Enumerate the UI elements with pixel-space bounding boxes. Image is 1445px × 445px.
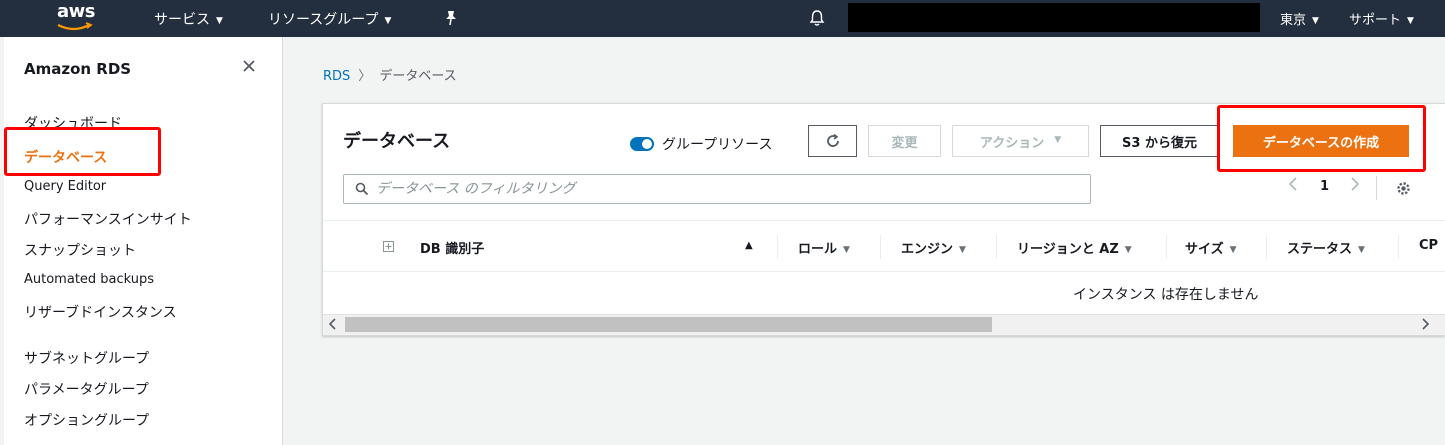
column-separator bbox=[880, 235, 881, 259]
region-menu[interactable]: 東京 ▼ bbox=[1280, 9, 1319, 28]
bell-icon[interactable] bbox=[809, 9, 825, 27]
chevron-right-icon: 〉 bbox=[358, 69, 372, 84]
database-filter[interactable] bbox=[343, 174, 1091, 204]
refresh-button[interactable] bbox=[808, 125, 857, 157]
scroll-right-arrow-icon[interactable] bbox=[1421, 318, 1430, 333]
group-resources-toggle[interactable]: グループリソース bbox=[630, 133, 772, 154]
chevron-right-icon bbox=[1351, 177, 1360, 191]
chevron-down-icon: ▼ bbox=[1312, 16, 1319, 26]
column-header-status-label: ステータス bbox=[1287, 242, 1353, 257]
chevron-down-icon: ▼ bbox=[1054, 135, 1062, 145]
aws-smile-icon bbox=[57, 22, 93, 31]
expand-all-icon[interactable] bbox=[383, 241, 394, 252]
column-header-engine-label: エンジン bbox=[901, 242, 954, 257]
sidebar-item-performance-insights[interactable]: パフォーマンスインサイト bbox=[24, 209, 192, 229]
redacted-account-area bbox=[848, 3, 1260, 32]
column-separator bbox=[1166, 235, 1167, 259]
horizontal-scrollbar[interactable] bbox=[323, 314, 1445, 335]
region-menu-label: 東京 bbox=[1280, 13, 1307, 28]
column-header-cpu[interactable]: CP bbox=[1419, 238, 1438, 253]
prev-page-button[interactable] bbox=[1288, 176, 1298, 196]
sort-down-icon: ▼ bbox=[959, 245, 966, 255]
sidebar-item-query-editor[interactable]: Query Editor bbox=[24, 179, 106, 194]
page-number[interactable]: 1 bbox=[1320, 179, 1329, 194]
modify-button[interactable]: 変更 bbox=[868, 125, 941, 157]
services-menu[interactable]: サービス ▼ bbox=[154, 9, 223, 29]
sidebar-item-subnet-groups[interactable]: サブネットグループ bbox=[24, 348, 149, 368]
sort-down-icon: ▼ bbox=[843, 245, 850, 255]
column-header-status[interactable]: ステータス ▼ bbox=[1287, 238, 1365, 257]
table-header: DB 識別子 ▲ ロール ▼ エンジン ▼ リージョンと AZ ▼ サイズ ▼ ステータ… bbox=[323, 220, 1445, 272]
column-header-engine[interactable]: エンジン ▼ bbox=[901, 238, 966, 257]
restore-from-s3-button[interactable]: S3 から復元 bbox=[1100, 125, 1219, 157]
sort-down-icon: ▼ bbox=[1358, 245, 1365, 255]
pin-icon[interactable] bbox=[444, 10, 458, 26]
column-header-size-label: サイズ bbox=[1185, 242, 1224, 257]
sidebar-title: Amazon RDS bbox=[24, 60, 132, 78]
refresh-icon bbox=[826, 133, 839, 147]
column-separator bbox=[777, 235, 778, 259]
pager-divider bbox=[1376, 176, 1377, 200]
column-separator bbox=[1398, 235, 1399, 259]
breadcrumb: RDS 〉データベース bbox=[323, 65, 457, 84]
chevron-left-icon bbox=[1288, 177, 1297, 191]
column-header-size[interactable]: サイズ ▼ bbox=[1185, 238, 1237, 257]
column-header-role[interactable]: ロール ▼ bbox=[798, 238, 850, 257]
scroll-left-arrow-icon[interactable] bbox=[328, 318, 337, 333]
breadcrumb-link-rds[interactable]: RDS bbox=[323, 69, 350, 84]
close-icon[interactable] bbox=[242, 59, 256, 73]
top-navigation-bar: aws サービス ▼ リソースグループ ▼ 東京 ▼ サポート ▼ bbox=[0, 0, 1445, 37]
resource-groups-menu-label: リソースグループ bbox=[268, 12, 379, 28]
breadcrumb-current: データベース bbox=[379, 69, 457, 84]
database-filter-input[interactable] bbox=[376, 178, 1076, 200]
column-header-db-identifier[interactable]: DB 識別子 bbox=[420, 238, 484, 257]
highlight-box-create-database bbox=[1217, 105, 1426, 172]
toggle-switch-icon bbox=[630, 136, 654, 151]
aws-logo[interactable]: aws bbox=[54, 1, 100, 34]
sidebar: Amazon RDS ダッシュボード データベース Query Editor パ… bbox=[4, 37, 283, 445]
scrollbar-thumb[interactable] bbox=[345, 317, 992, 332]
aws-logo-text: aws bbox=[57, 1, 96, 22]
column-header-role-label: ロール bbox=[798, 242, 838, 257]
column-header-region-az-label: リージョンと AZ bbox=[1017, 242, 1119, 257]
group-resources-label: グループリソース bbox=[662, 136, 773, 153]
sidebar-item-automated-backups[interactable]: Automated backups bbox=[24, 272, 154, 287]
column-separator bbox=[996, 235, 997, 259]
search-icon bbox=[355, 182, 369, 196]
resource-groups-menu[interactable]: リソースグループ ▼ bbox=[268, 9, 391, 29]
panel-title: データベース bbox=[343, 131, 451, 152]
actions-button-label: アクション bbox=[979, 135, 1045, 151]
empty-table-message: インスタンス は存在しません bbox=[1073, 287, 1259, 303]
support-menu-label: サポート bbox=[1349, 13, 1402, 28]
chevron-down-icon: ▼ bbox=[1407, 16, 1414, 26]
highlight-box-databases-nav bbox=[4, 127, 161, 176]
services-menu-label: サービス bbox=[154, 12, 210, 28]
actions-button[interactable]: アクション ▼ bbox=[952, 125, 1089, 157]
chevron-down-icon: ▼ bbox=[384, 16, 392, 26]
sidebar-item-reserved-instances[interactable]: リザーブドインスタンス bbox=[24, 302, 177, 322]
sort-ascending-icon[interactable]: ▲ bbox=[745, 240, 753, 251]
sidebar-item-snapshots[interactable]: スナップショット bbox=[24, 240, 136, 260]
sidebar-item-parameter-groups[interactable]: パラメータグループ bbox=[24, 379, 149, 399]
next-page-button[interactable] bbox=[1350, 176, 1360, 196]
support-menu[interactable]: サポート ▼ bbox=[1349, 9, 1414, 28]
chevron-down-icon: ▼ bbox=[216, 16, 223, 26]
sort-down-icon: ▼ bbox=[1124, 245, 1132, 255]
gear-icon[interactable] bbox=[1395, 180, 1412, 197]
column-separator bbox=[1266, 235, 1267, 259]
sidebar-item-option-groups[interactable]: オプショングループ bbox=[24, 410, 149, 430]
column-header-region-az[interactable]: リージョンと AZ ▼ bbox=[1017, 238, 1132, 257]
sort-down-icon: ▼ bbox=[1229, 245, 1237, 255]
